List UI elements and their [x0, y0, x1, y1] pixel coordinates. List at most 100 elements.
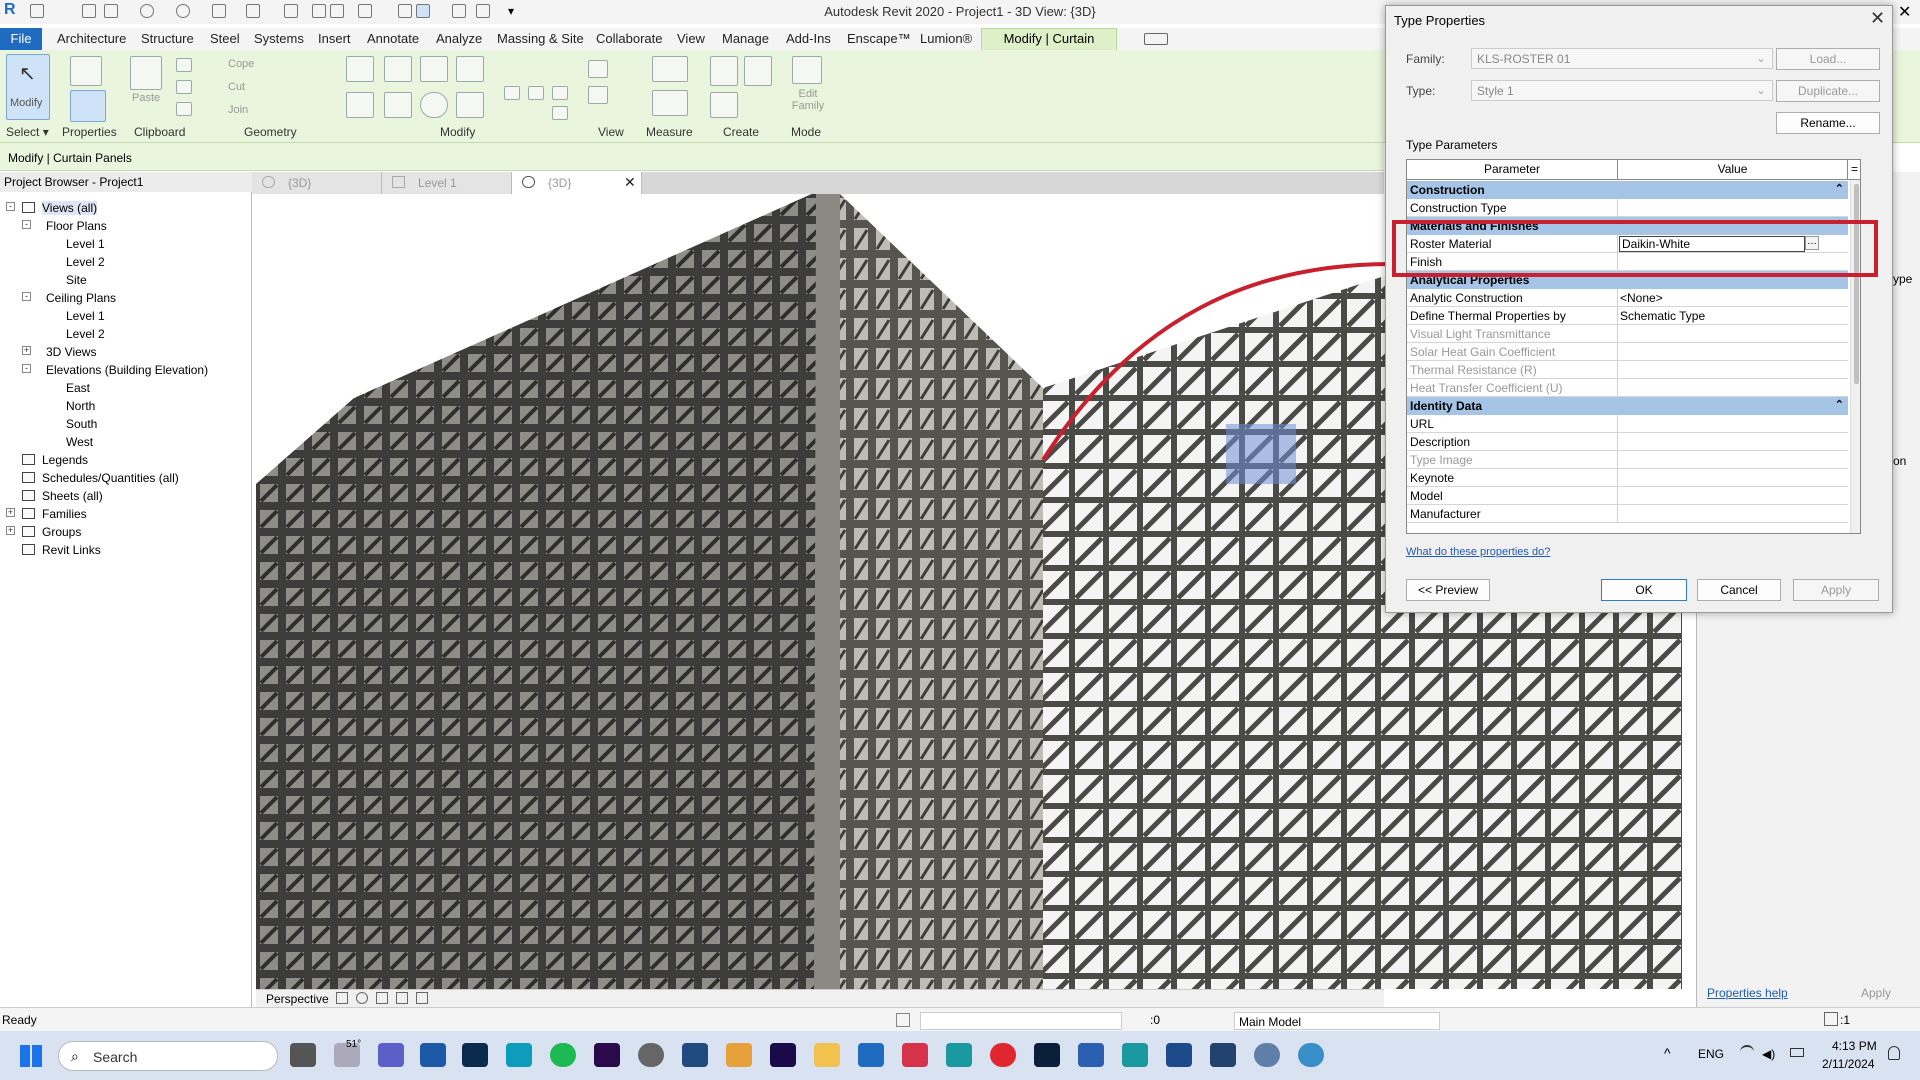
teams-icon[interactable] — [378, 1043, 404, 1067]
view-tab-3d[interactable]: {3D} — [252, 172, 382, 194]
duplicate-button[interactable]: Duplicate... — [1776, 80, 1880, 102]
offset-icon[interactable] — [384, 56, 412, 82]
notification-icon[interactable] — [1888, 1046, 1900, 1060]
tab-file[interactable]: File — [0, 28, 42, 50]
tree-item[interactable]: +3D Views — [0, 343, 250, 361]
app-2-icon[interactable] — [1210, 1043, 1236, 1067]
3dsmax-2-icon[interactable] — [1122, 1043, 1148, 1067]
tab-collaborate[interactable]: Collaborate — [596, 31, 663, 46]
premiere-icon[interactable] — [594, 1043, 620, 1067]
visual-style-icon[interactable] — [336, 992, 348, 1004]
copy-to-clipboard-icon[interactable] — [176, 58, 192, 72]
tab-modify-curtain-panels[interactable]: Modify | Curtain Panels — [981, 28, 1117, 66]
section-header[interactable]: Identity Data ⌃ — [1407, 397, 1848, 415]
language-indicator[interactable]: ENG — [1698, 1047, 1724, 1061]
collapse-icon[interactable]: - — [22, 364, 31, 373]
task-view-icon[interactable] — [290, 1043, 316, 1067]
photos-icon[interactable] — [420, 1043, 446, 1067]
column-header-equals[interactable]: = — [1848, 160, 1860, 180]
tree-item[interactable]: Level 1 — [0, 307, 250, 325]
properties-apply-button[interactable]: Apply — [1861, 986, 1891, 1000]
switch-windows-icon[interactable] — [476, 4, 490, 18]
parameter-row[interactable]: Description — [1407, 433, 1848, 451]
properties-help-link[interactable]: What do these properties do? — [1406, 546, 1550, 558]
revit-icon[interactable] — [858, 1043, 884, 1067]
create-group-icon[interactable] — [744, 56, 772, 86]
tab-annotate[interactable]: Annotate — [367, 31, 419, 46]
tag-icon[interactable] — [312, 4, 326, 18]
cut-button[interactable]: Cut — [228, 81, 245, 93]
tab-massing-site[interactable]: Massing & Site — [497, 31, 584, 46]
copy-icon[interactable] — [384, 92, 412, 118]
properties-help-link[interactable]: Properties help — [1707, 986, 1788, 1000]
settings-icon[interactable] — [1254, 1043, 1280, 1067]
parameter-row[interactable]: Model — [1407, 487, 1848, 505]
file-explorer-icon[interactable] — [814, 1043, 840, 1067]
save-icon[interactable] — [82, 4, 96, 18]
thin-lines-icon[interactable] — [416, 4, 430, 18]
tree-item[interactable]: Level 1 — [0, 235, 250, 253]
design-options-dropdown[interactable]: Main Model — [1234, 1012, 1440, 1030]
collapse-icon[interactable]: ⌃ — [1835, 182, 1844, 195]
parameter-row[interactable]: Analytic Construction <None> — [1407, 289, 1848, 307]
tab-structure[interactable]: Structure — [141, 31, 194, 46]
column-header-value[interactable]: Value — [1618, 160, 1848, 180]
windows-start-icon[interactable] — [20, 1045, 42, 1067]
column-header-parameter[interactable]: Parameter — [1407, 160, 1618, 180]
tab-analyze[interactable]: Analyze — [436, 31, 482, 46]
worksets-icon[interactable] — [896, 1013, 910, 1027]
tree-item[interactable]: - Ceiling Plans — [0, 289, 250, 307]
collapse-icon[interactable]: - — [22, 292, 31, 301]
redo-icon[interactable] — [176, 4, 190, 18]
mirror-draw-icon[interactable] — [456, 56, 484, 82]
match-properties-icon[interactable] — [176, 102, 192, 116]
collapse-icon[interactable]: ⌃ — [1835, 398, 1844, 411]
filter-icon[interactable] — [1824, 1012, 1838, 1026]
parameter-value[interactable]: Schematic Type — [1620, 309, 1705, 323]
parameter-row[interactable]: Thermal Resistance (R) — [1407, 361, 1848, 379]
parameter-row[interactable]: Define Thermal Properties by Schematic Ty… — [1407, 307, 1848, 325]
cut-to-clipboard-icon[interactable] — [176, 80, 192, 94]
temporary-hide-icon[interactable] — [416, 992, 428, 1004]
mirror-icon[interactable] — [420, 56, 448, 82]
collapse-icon[interactable]: - — [22, 220, 31, 229]
lightroom-icon[interactable] — [462, 1043, 488, 1067]
workset-dropdown[interactable] — [920, 1012, 1122, 1030]
section-header[interactable]: Construction ⌃ — [1407, 181, 1848, 199]
collapse-icon[interactable]: - — [6, 202, 15, 211]
tab-systems[interactable]: Systems — [254, 31, 304, 46]
customize-qat-icon[interactable]: ▾ — [508, 4, 522, 18]
edit-family-icon[interactable] — [792, 56, 822, 84]
measure-icon[interactable] — [246, 4, 260, 18]
battery-icon[interactable] — [1790, 1048, 1804, 1057]
tree-item[interactable]: Level 2 — [0, 325, 250, 343]
ok-button[interactable]: OK — [1601, 579, 1687, 601]
sun-path-icon[interactable] — [356, 992, 368, 1004]
print-icon[interactable] — [212, 4, 226, 18]
revit-logo-icon[interactable]: R — [4, 1, 16, 19]
pin-icon[interactable] — [552, 86, 568, 100]
panel-options-icon[interactable] — [1144, 33, 1168, 45]
tree-item[interactable]: South — [0, 415, 250, 433]
tab-add-ins[interactable]: Add-Ins — [786, 31, 831, 46]
expand-icon[interactable]: + — [22, 346, 31, 355]
tree-item[interactable]: Schedules/Quantities (all) — [0, 469, 250, 487]
tree-item[interactable]: Level 2 — [0, 253, 250, 271]
cope-button[interactable]: Cope — [228, 58, 254, 70]
join-button[interactable]: Join — [228, 104, 248, 116]
parameter-row[interactable]: Manufacturer — [1407, 505, 1848, 523]
parameter-row[interactable]: URL — [1407, 415, 1848, 433]
hide-in-view-icon[interactable] — [588, 60, 608, 78]
after-effects-icon[interactable] — [770, 1043, 796, 1067]
delete-icon[interactable] — [552, 106, 568, 120]
trim-icon[interactable] — [456, 92, 484, 118]
cancel-button[interactable]: Cancel — [1697, 579, 1781, 601]
parameter-row[interactable]: Keynote — [1407, 469, 1848, 487]
sections-icon[interactable] — [398, 4, 412, 18]
sync-icon[interactable] — [104, 4, 118, 18]
apply-button[interactable]: Apply — [1793, 579, 1879, 601]
tree-item[interactable]: Revit Links — [0, 541, 250, 559]
tab-steel[interactable]: Steel — [210, 31, 240, 46]
3dsmax-icon[interactable] — [946, 1043, 972, 1067]
scrollbar-thumb[interactable] — [1854, 184, 1859, 384]
